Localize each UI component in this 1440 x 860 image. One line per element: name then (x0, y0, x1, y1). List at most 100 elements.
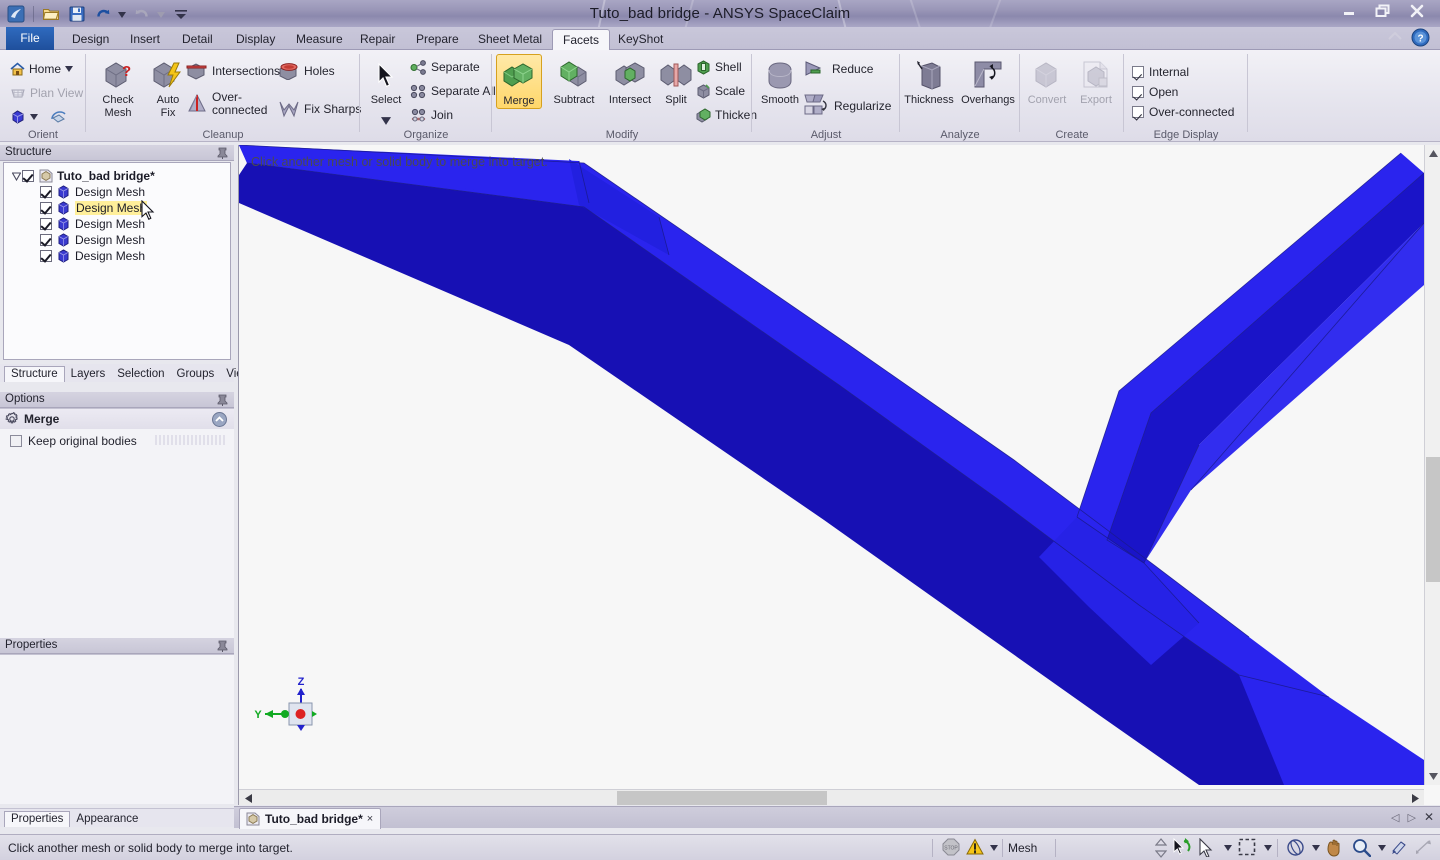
panel-tab-appearance[interactable]: Appearance (70, 812, 144, 827)
plan-view-button[interactable]: Plan View (8, 82, 85, 104)
merge-button[interactable]: Merge (496, 54, 542, 109)
split-button[interactable]: Split (654, 54, 698, 107)
stop-icon[interactable]: STOP (942, 838, 962, 858)
tree-node-design-mesh-4[interactable]: Design Mesh (40, 232, 145, 248)
tab-design[interactable]: Design (62, 29, 119, 50)
scale-button[interactable]: Scale (694, 80, 747, 102)
convert-button[interactable]: Convert (1022, 54, 1072, 107)
spin-view-button[interactable] (48, 106, 69, 128)
tree-node-design-mesh-2[interactable]: Design Mesh (40, 200, 148, 216)
tab-measure[interactable]: Measure (286, 29, 353, 50)
thicken-button[interactable]: Thicken (694, 104, 759, 126)
panel-tab-layers[interactable]: Layers (65, 367, 112, 382)
orientation-triad[interactable]: Z Y (251, 673, 321, 735)
scroll-right-button[interactable] (1408, 791, 1422, 805)
tab-sheet-metal[interactable]: Sheet Metal (468, 29, 552, 50)
vertical-scroll-thumb[interactable] (1426, 457, 1440, 582)
box-select-icon[interactable] (1238, 838, 1260, 858)
spin-stepper-icon[interactable] (1154, 838, 1169, 858)
panel-tab-properties[interactable]: Properties (4, 811, 71, 827)
select-dropdown-caret-icon[interactable] (1224, 845, 1232, 851)
arrow-cursor-icon[interactable] (1198, 837, 1220, 858)
panel-tab-structure[interactable]: Structure (4, 366, 65, 382)
tree-node-root[interactable]: Tuto_bad bridge* (12, 168, 155, 184)
panel-tab-selection[interactable]: Selection (111, 367, 170, 382)
tree-node-checkbox[interactable] (40, 202, 52, 214)
tab-prepare[interactable]: Prepare (406, 29, 469, 50)
minimize-button[interactable] (1332, 0, 1366, 22)
reduce-button[interactable]: Reduce (802, 58, 875, 80)
doc-prev-icon[interactable]: ◁ (1391, 811, 1399, 824)
spaceclaim-logo-icon[interactable] (4, 3, 28, 25)
close-button[interactable] (1400, 0, 1434, 22)
scroll-left-button[interactable] (241, 791, 255, 805)
undo-icon[interactable] (91, 3, 115, 25)
pan-hand-icon[interactable] (1324, 838, 1348, 858)
collapse-ribbon-icon[interactable] (1388, 30, 1404, 46)
restore-button[interactable] (1366, 0, 1400, 22)
tab-display[interactable]: Display (226, 29, 285, 50)
intersections-button[interactable]: Intersections (184, 60, 282, 82)
viewport-vertical-scrollbar[interactable] (1424, 145, 1440, 785)
fix-sharps-button[interactable]: Fix Sharps (276, 98, 363, 120)
edge-display-open-checkbox[interactable]: Open (1132, 82, 1178, 101)
over-connected-button[interactable]: Over- connected (184, 88, 269, 122)
pin-icon[interactable] (217, 147, 228, 159)
separate-button[interactable]: Separate (408, 56, 482, 78)
tab-repair[interactable]: Repair (350, 29, 405, 50)
tab-detail[interactable]: Detail (172, 29, 223, 50)
tree-node-checkbox[interactable] (40, 250, 52, 262)
edge-display-over-connected-checkbox[interactable]: Over-connected (1132, 102, 1234, 121)
tab-facets[interactable]: Facets (552, 29, 611, 51)
smooth-button[interactable]: Smooth (752, 54, 808, 107)
keep-original-bodies-checkbox[interactable]: Keep original bodies (10, 434, 137, 448)
select-rotate-icon[interactable] (1172, 837, 1194, 858)
overhangs-button[interactable]: Overhangs (958, 54, 1018, 107)
tree-node-design-mesh-5[interactable]: Design Mesh (40, 248, 145, 264)
help-icon[interactable]: ? (1411, 28, 1430, 47)
doc-next-icon[interactable]: ▷ (1407, 811, 1415, 824)
holes-button[interactable]: Holes (276, 60, 337, 82)
view-cube-button[interactable] (8, 106, 40, 128)
horizontal-scroll-thumb[interactable] (617, 791, 827, 805)
tree-node-checkbox[interactable] (22, 170, 34, 182)
document-tab-close-icon[interactable]: × (367, 813, 373, 825)
scroll-down-button[interactable] (1425, 768, 1440, 785)
orbit-dropdown-caret-icon[interactable] (1312, 845, 1320, 851)
pin-icon[interactable] (217, 640, 228, 652)
viewport-horizontal-scrollbar[interactable] (239, 789, 1424, 805)
tab-keyshot[interactable]: KeyShot (608, 29, 673, 50)
separate-all-button[interactable]: Separate All (408, 80, 498, 102)
pin-icon[interactable] (217, 394, 228, 406)
home-button[interactable]: Home (8, 58, 75, 80)
tab-insert[interactable]: Insert (120, 29, 170, 50)
tree-node-checkbox[interactable] (40, 218, 52, 230)
intersect-button[interactable]: Intersect (602, 54, 658, 107)
previous-view-icon[interactable] (1414, 838, 1436, 858)
edge-display-internal-checkbox[interactable]: Internal (1132, 62, 1189, 81)
undo-dropdown-caret-icon[interactable] (117, 3, 128, 25)
tree-node-design-mesh-3[interactable]: Design Mesh (40, 216, 145, 232)
shell-button[interactable]: Shell (694, 56, 744, 78)
customize-qat-icon[interactable] (169, 3, 193, 25)
expand-triangle-icon[interactable] (12, 168, 21, 184)
scroll-up-button[interactable] (1425, 145, 1440, 162)
join-button[interactable]: Join (408, 104, 455, 126)
warning-icon[interactable] (966, 838, 986, 858)
export-button[interactable]: Export (1072, 54, 1120, 107)
tree-node-checkbox[interactable] (40, 234, 52, 246)
structure-tree[interactable]: Tuto_bad bridge* Design Mesh Design Mesh… (3, 162, 231, 360)
open-icon[interactable] (39, 3, 63, 25)
regularize-button[interactable]: Regularize (802, 90, 893, 122)
zoom-icon[interactable] (1352, 838, 1374, 858)
panel-tab-groups[interactable]: Groups (171, 367, 221, 382)
fit-icon[interactable] (1390, 838, 1412, 858)
zoom-dropdown-caret-icon[interactable] (1378, 845, 1386, 851)
tree-node-design-mesh-1[interactable]: Design Mesh (40, 184, 145, 200)
subtract-button[interactable]: Subtract (546, 54, 602, 107)
tab-file[interactable]: File (6, 27, 54, 50)
collapse-options-icon[interactable] (212, 412, 227, 427)
redo-icon[interactable] (130, 3, 154, 25)
check-mesh-button[interactable]: ? Check Mesh (90, 54, 146, 119)
viewport[interactable]: Click another mesh or solid body to merg… (238, 145, 1440, 805)
